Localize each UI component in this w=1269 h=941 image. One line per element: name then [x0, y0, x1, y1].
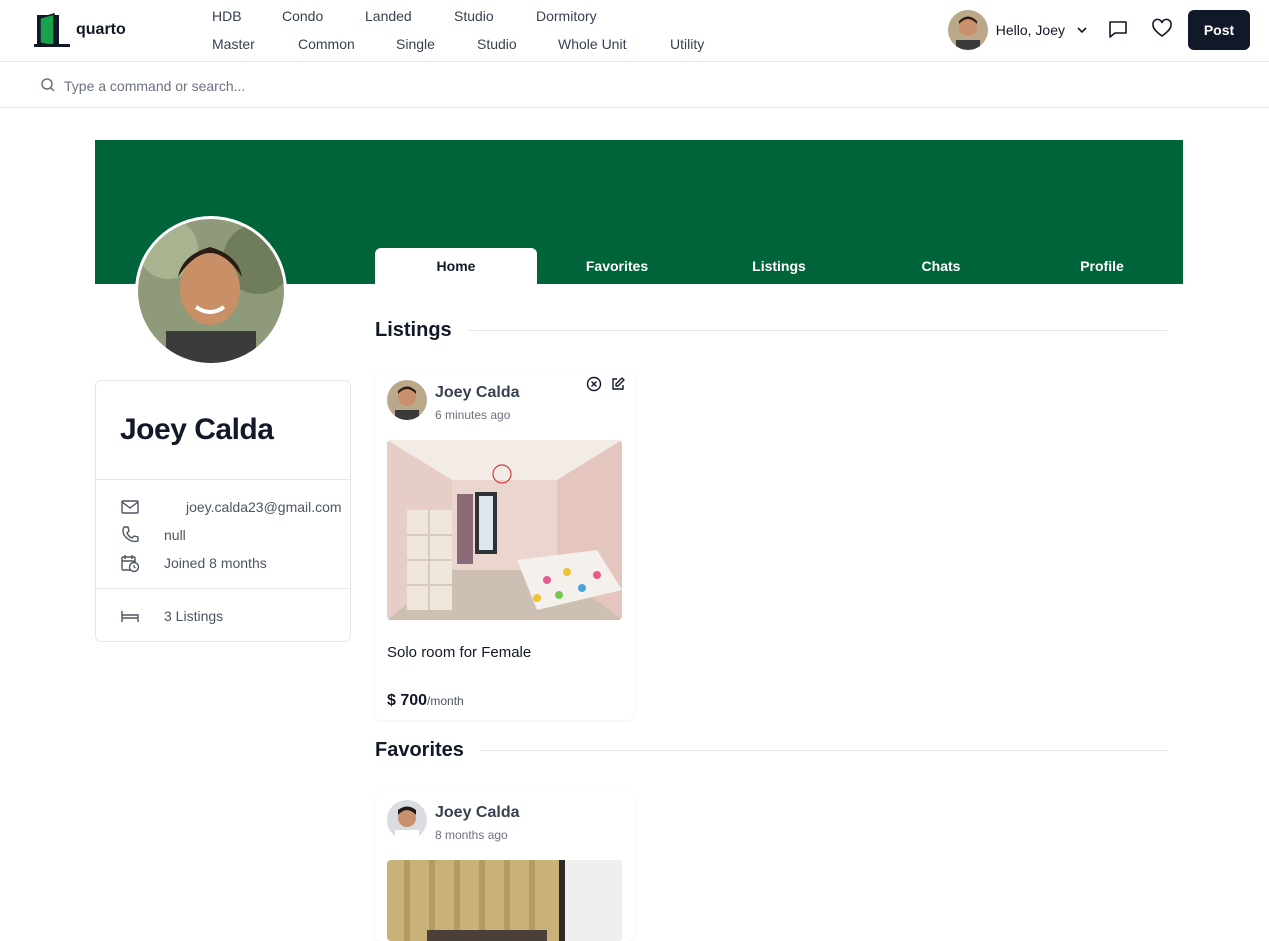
mail-icon [121, 500, 139, 514]
listing-price: $ 700/month [387, 692, 464, 709]
nav-item-master[interactable]: Master [212, 36, 255, 52]
brand-name: quarto [76, 21, 126, 38]
favorites-section-title: Favorites [375, 739, 464, 761]
avatar [387, 380, 427, 420]
listing-photo [387, 860, 622, 941]
card-username: Joey Calda [435, 804, 520, 821]
chat-icon[interactable] [1107, 18, 1129, 40]
delete-circle-x-icon[interactable] [586, 376, 602, 392]
divider [96, 479, 350, 480]
user-menu[interactable]: Hello, Joey [947, 10, 1089, 50]
user-avatar-icon [387, 800, 427, 840]
card-header: Joey Calda 6 minutes ago [387, 380, 519, 422]
joined-row: Joined 8 months [120, 553, 267, 573]
listings-section-title: Listings [375, 319, 452, 341]
chevron-down-icon[interactable] [1075, 23, 1089, 37]
nav-item-studio-room[interactable]: Studio [477, 36, 517, 52]
brand-logo[interactable]: quarto [34, 12, 126, 48]
tab-favorites[interactable]: Favorites [536, 248, 698, 284]
search-input[interactable] [64, 75, 664, 97]
profile-name: Joey Calda [120, 413, 274, 446]
nav-item-single[interactable]: Single [396, 36, 435, 52]
top-navbar: quarto HDB Condo Landed Studio Dormitory… [0, 0, 1269, 62]
nav-item-condo[interactable]: Condo [282, 8, 323, 24]
tab-home[interactable]: Home [375, 248, 537, 284]
profile-photo-icon [138, 219, 284, 363]
command-search-bar [0, 63, 1269, 108]
nav-item-utility[interactable]: Utility [670, 36, 704, 52]
card-timestamp: 6 minutes ago [435, 408, 511, 422]
profile-email: joey.calda23@gmail.com [186, 499, 342, 515]
bed-icon [121, 611, 139, 622]
listing-photo [387, 440, 622, 620]
price-period: /month [427, 694, 464, 708]
edit-icon[interactable] [610, 376, 626, 392]
nav-item-studio[interactable]: Studio [454, 8, 494, 24]
nav-item-hdb[interactable]: HDB [212, 8, 242, 24]
user-avatar-icon [387, 380, 427, 420]
heart-icon[interactable] [1151, 18, 1173, 40]
nav-item-common[interactable]: Common [298, 36, 355, 52]
search-icon [41, 78, 55, 92]
post-button[interactable]: Post [1188, 10, 1250, 50]
door-logo-icon [34, 13, 70, 47]
profile-phone: null [164, 527, 186, 543]
section-divider [468, 330, 1167, 331]
card-header: Joey Calda 8 months ago [387, 800, 519, 842]
tab-chats[interactable]: Chats [860, 248, 1022, 284]
profile-listings-count: 3 Listings [164, 608, 224, 624]
favorite-card[interactable]: Joey Calda 8 months ago [375, 792, 634, 941]
listings-count-row: 3 Listings [120, 606, 223, 626]
profile-avatar [135, 216, 287, 366]
curtain-photo-icon [387, 860, 622, 941]
phone-row: null [120, 525, 186, 545]
card-timestamp: 8 months ago [435, 828, 508, 842]
listing-title: Solo room for Female [387, 644, 532, 661]
profile-joined: Joined 8 months [164, 555, 267, 571]
nav-item-landed[interactable]: Landed [365, 8, 412, 24]
listing-card[interactable]: Joey Calda 6 minutes ago Solo room for F… [375, 372, 634, 720]
nav-item-whole-unit[interactable]: Whole Unit [558, 36, 626, 52]
divider [96, 588, 350, 589]
avatar [387, 800, 427, 840]
room-photo-icon [387, 440, 622, 620]
card-username: Joey Calda [435, 384, 520, 401]
user-avatar-icon [947, 10, 988, 50]
calendar-clock-icon [121, 555, 140, 573]
tab-profile[interactable]: Profile [1021, 248, 1183, 284]
phone-icon [122, 526, 139, 543]
greeting-text: Hello, Joey [995, 22, 1065, 38]
tab-listings[interactable]: Listings [698, 248, 860, 284]
profile-info-card: Joey Calda joey.calda23@gmail.com null J… [95, 380, 351, 642]
profile-tabs: Home Favorites Listings Chats Profile [375, 248, 1183, 284]
nav-item-dormitory[interactable]: Dormitory [536, 8, 597, 24]
card-actions [586, 376, 626, 392]
section-divider [480, 750, 1167, 751]
avatar [947, 10, 988, 50]
email-row: joey.calda23@gmail.com [120, 497, 342, 517]
